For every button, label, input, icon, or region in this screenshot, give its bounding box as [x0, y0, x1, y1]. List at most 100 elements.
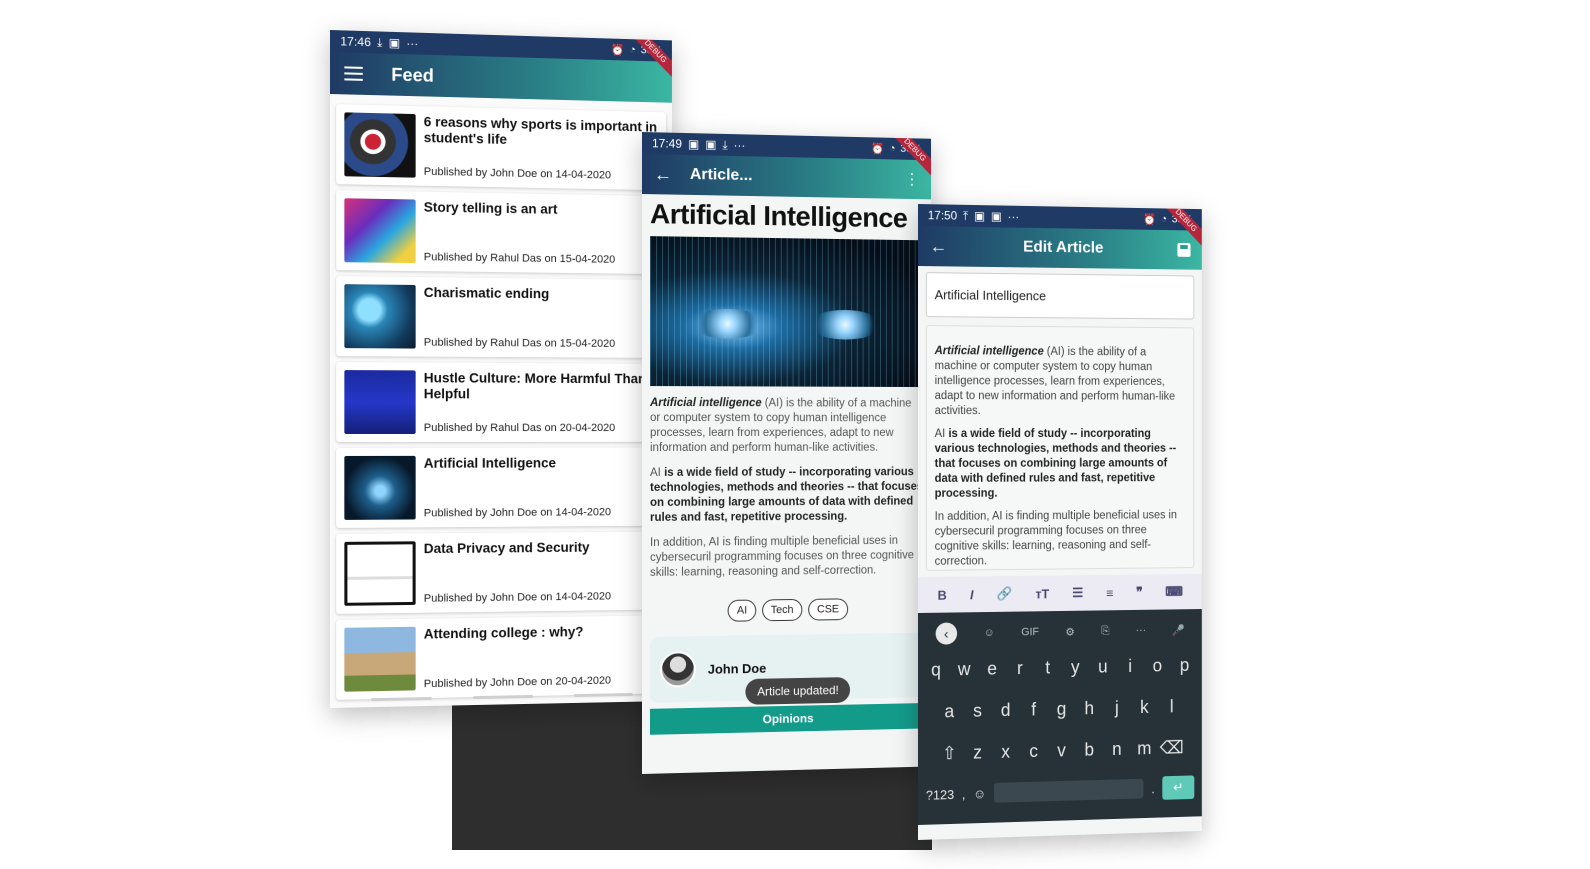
image-icon: ▣ [388, 35, 401, 51]
title-field[interactable] [925, 272, 1195, 320]
italic-icon[interactable]: I [970, 587, 974, 602]
feed-title: Hustle Culture: More Harmful Than Helpfu… [423, 370, 647, 402]
keyboard-row: a s d f g h j k l [922, 685, 1198, 733]
feed-title: Story telling is an art [423, 199, 558, 217]
feed-title: Artificial Intelligence [423, 455, 557, 471]
tag-chip[interactable]: AI [727, 599, 756, 622]
key[interactable]: z [963, 742, 991, 764]
back-arrow-icon[interactable]: ← [930, 236, 948, 257]
edit-app-bar: ← Edit Article [918, 226, 1202, 270]
key[interactable]: p [1171, 655, 1198, 676]
feed-card[interactable]: 6 reasons why sports is important in stu… [336, 104, 669, 191]
sticker-icon[interactable]: ☺ [984, 627, 995, 639]
thumbnail-sports [344, 112, 416, 178]
tag-chip[interactable]: Tech [761, 598, 803, 622]
translate-icon[interactable]: ⎘ [1101, 625, 1109, 638]
feed-card[interactable]: Hustle Culture: More Harmful Than Helpfu… [336, 362, 669, 442]
emoji-icon[interactable]: ☺ [973, 786, 986, 801]
settings-icon[interactable]: ⚙ [1065, 625, 1074, 638]
key[interactable]: m [1131, 738, 1158, 759]
feed-card[interactable]: Charismatic ending Published by Rahul Da… [336, 276, 669, 358]
status-time: 17:49 [652, 136, 682, 151]
article-screen: 17:49 ▣ ▣ ⤓ ··· ⏰ ◔ 38% DEBUG ← Article.… [642, 132, 932, 774]
thumbnail-college [344, 626, 416, 692]
thumbnail-story [344, 198, 416, 264]
back-arrow-icon[interactable]: ← [654, 164, 672, 185]
key[interactable]: l [1158, 696, 1185, 717]
page-title: Feed [391, 64, 434, 86]
alarm-icon: ⏰ [610, 43, 625, 57]
tag-chip[interactable]: CSE [808, 598, 848, 621]
gif-button[interactable]: GIF [1021, 626, 1039, 638]
feed-card[interactable]: Artificial Intelligence Published by Joh… [336, 447, 669, 528]
keyboard-bottom-row: ?123 , ☺ . ↵ [922, 767, 1198, 814]
thumbnail-ending [344, 284, 416, 349]
key[interactable]: g [1048, 698, 1076, 719]
feed-title: Data Privacy and Security [423, 539, 590, 557]
mic-icon[interactable]: 🎤 [1172, 623, 1185, 636]
key[interactable]: o [1144, 655, 1171, 676]
quote-icon[interactable]: ❞ [1136, 584, 1143, 600]
key[interactable]: x [992, 741, 1020, 763]
key[interactable]: d [992, 699, 1020, 720]
download-icon: ⤓ [377, 34, 383, 50]
key[interactable]: u [1089, 656, 1116, 677]
edit-screen: 17:50 ⤒ ▣ ▣ ··· ⏰ ◔ 38% DEBUG ← Edit Art… [918, 204, 1202, 840]
feed-card[interactable]: Attending college : why? Published by Jo… [336, 615, 669, 700]
key[interactable]: k [1131, 696, 1158, 717]
more-icon[interactable]: ··· [1136, 625, 1146, 637]
keyboard-row: q w e r t y u i o p [922, 644, 1198, 691]
feed-card[interactable]: Story telling is an art Published by Rah… [336, 190, 669, 275]
comma-key[interactable]: , [962, 786, 966, 801]
key[interactable]: a [935, 701, 963, 723]
save-icon[interactable] [1177, 242, 1191, 257]
key[interactable]: y [1062, 656, 1090, 677]
bold-icon[interactable]: B [938, 587, 947, 602]
page-title: Article... [689, 165, 753, 185]
bullet-list-icon[interactable]: ☰ [1072, 585, 1083, 601]
key[interactable]: n [1103, 738, 1131, 759]
soft-keyboard: ‹ ☺ GIF ⚙ ⎘ ··· 🎤 q w e r t y u i o p a … [918, 609, 1202, 825]
keyboard-icon[interactable]: ⌨ [1165, 584, 1183, 600]
status-time: 17:50 [927, 208, 958, 223]
space-bar[interactable] [993, 778, 1144, 803]
key[interactable]: r [1006, 657, 1034, 678]
page-title: Edit Article [1023, 238, 1104, 257]
article-heading: Artificial Intelligence [650, 198, 908, 234]
enter-key[interactable]: ↵ [1162, 775, 1195, 800]
opinions-button[interactable]: Opinions [650, 703, 924, 735]
shift-icon[interactable]: ⇧ [935, 742, 963, 764]
collapse-icon[interactable]: ‹ [935, 622, 957, 645]
content-editor[interactable]: Artificial intelligence (AI) is the abil… [925, 325, 1195, 571]
symbols-key[interactable]: ?123 [926, 786, 954, 802]
backspace-icon[interactable]: ⌫ [1158, 737, 1185, 758]
key[interactable]: s [963, 700, 991, 722]
author-name: John Doe [707, 660, 767, 677]
key[interactable]: f [1020, 699, 1048, 720]
feed-meta: Published by Rahul Das on 15-04-2020 [423, 251, 616, 266]
more-notifications-icon: ··· [406, 36, 419, 51]
more-vert-icon[interactable]: ⋮ [904, 169, 919, 189]
feed-card[interactable]: Data Privacy and Security Published by J… [336, 531, 669, 614]
alarm-icon: ⏰ [1143, 213, 1157, 226]
key[interactable]: j [1103, 697, 1131, 718]
key[interactable]: q [922, 659, 950, 680]
author-card[interactable]: John Doe Article updated! [650, 632, 924, 705]
key[interactable]: b [1075, 739, 1103, 760]
key[interactable]: w [950, 658, 978, 679]
menu-icon[interactable] [344, 66, 363, 81]
wifi-icon: ◔ [629, 44, 636, 56]
key[interactable]: c [1020, 740, 1048, 762]
period-key[interactable]: . [1151, 781, 1154, 796]
thumbnail-hustle [344, 370, 416, 435]
key[interactable]: t [1034, 657, 1062, 678]
key[interactable]: i [1116, 655, 1143, 676]
key[interactable]: v [1048, 740, 1076, 761]
key[interactable]: e [978, 658, 1006, 679]
text-size-icon[interactable]: ᴛT [1035, 586, 1049, 601]
link-icon[interactable]: 🔗 [997, 586, 1013, 602]
toast-message: Article updated! [745, 677, 851, 705]
more-notifications-icon: ··· [1007, 209, 1020, 224]
key[interactable]: h [1075, 698, 1103, 719]
numbered-list-icon[interactable]: ≡ [1106, 585, 1113, 600]
